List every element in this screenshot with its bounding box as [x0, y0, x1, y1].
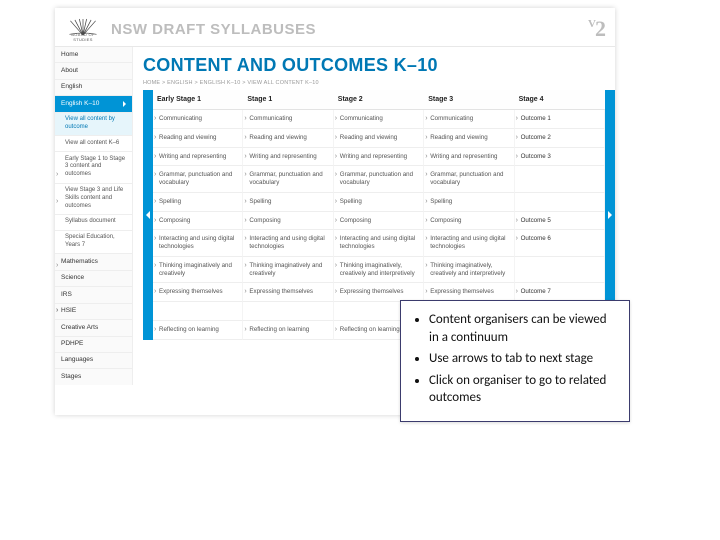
- page-title: CONTENT AND OUTCOMES K–10: [143, 55, 615, 76]
- organiser-cell: .: [153, 302, 243, 321]
- organiser-cell[interactable]: Composing: [153, 212, 243, 231]
- organiser-cell[interactable]: Writing and representing: [424, 148, 514, 167]
- bos-logo: BOARD OF STUDIES: [65, 18, 101, 40]
- sidebar-item[interactable]: Creative Arts: [55, 319, 132, 335]
- sidebar-subitem[interactable]: Syllabus document: [55, 214, 132, 230]
- stage-header[interactable]: Early Stage 1: [153, 90, 243, 110]
- organiser-cell[interactable]: Spelling: [334, 193, 424, 212]
- sidebar-subitem[interactable]: Early Stage 1 to Stage 3 content and out…: [55, 151, 132, 182]
- outcome-cell[interactable]: Outcome 1: [515, 110, 605, 129]
- outcome-cell: .: [515, 166, 605, 193]
- organiser-cell[interactable]: Composing: [424, 212, 514, 231]
- organiser-cell[interactable]: Thinking imaginatively, creatively and i…: [334, 257, 424, 284]
- organiser-cell[interactable]: Communicating: [153, 110, 243, 129]
- organiser-cell[interactable]: Grammar, punctuation and vocabulary: [424, 166, 514, 193]
- sidebar-item[interactable]: Mathematics: [55, 253, 132, 269]
- organiser-cell[interactable]: Interacting and using digital technologi…: [424, 230, 514, 257]
- sidebar-subitem[interactable]: View Stage 3 and Life Skills content and…: [55, 183, 132, 214]
- sidebar: HomeAboutEnglishEnglish K–10View all con…: [55, 47, 133, 385]
- breadcrumb: HOME > ENGLISH > ENGLISH K–10 > VIEW ALL…: [143, 80, 615, 86]
- outcome-cell[interactable]: Outcome 2: [515, 129, 605, 148]
- organiser-cell[interactable]: Composing: [334, 212, 424, 231]
- header: BOARD OF STUDIES NSW DRAFT SYLLABUSES V2: [55, 8, 615, 47]
- organiser-cell[interactable]: Communicating: [424, 110, 514, 129]
- organiser-cell[interactable]: Spelling: [424, 193, 514, 212]
- sidebar-item[interactable]: Science: [55, 270, 132, 286]
- organiser-cell[interactable]: Grammar, punctuation and vocabulary: [334, 166, 424, 193]
- organiser-cell[interactable]: Interacting and using digital technologi…: [153, 230, 243, 257]
- callout-item: Use arrows to tab to next stage: [429, 350, 619, 368]
- version-badge: V2: [588, 16, 605, 42]
- stage-header[interactable]: Stage 4: [515, 90, 605, 110]
- organiser-cell[interactable]: Thinking imaginatively, creatively and i…: [424, 257, 514, 284]
- sidebar-item[interactable]: Home: [55, 47, 132, 62]
- outcome-cell[interactable]: Outcome 3: [515, 148, 605, 167]
- outcome-cell[interactable]: Outcome 5: [515, 212, 605, 231]
- outcome-cell: .: [515, 257, 605, 284]
- organiser-cell[interactable]: Grammar, punctuation and vocabulary: [243, 166, 333, 193]
- organiser-cell[interactable]: Grammar, punctuation and vocabulary: [153, 166, 243, 193]
- organiser-cell[interactable]: Reading and viewing: [424, 129, 514, 148]
- organiser-cell[interactable]: Writing and representing: [243, 148, 333, 167]
- organiser-cell[interactable]: Reflecting on learning: [153, 321, 243, 340]
- outcome-cell[interactable]: Outcome 6: [515, 230, 605, 257]
- sidebar-subitem[interactable]: Special Education, Years 7: [55, 230, 132, 254]
- organiser-cell[interactable]: Expressing themselves: [243, 283, 333, 302]
- stage-prev-arrow[interactable]: [143, 90, 153, 340]
- organiser-cell[interactable]: Expressing themselves: [153, 283, 243, 302]
- stage-header[interactable]: Stage 3: [424, 90, 514, 110]
- sidebar-item[interactable]: HSIE: [55, 303, 132, 319]
- organiser-cell[interactable]: Composing: [243, 212, 333, 231]
- organiser-cell[interactable]: Reading and viewing: [243, 129, 333, 148]
- organiser-cell[interactable]: Spelling: [243, 193, 333, 212]
- help-callout: Content organisers can be viewed in a co…: [400, 300, 630, 422]
- sidebar-item[interactable]: Languages: [55, 352, 132, 368]
- callout-list: Content organisers can be viewed in a co…: [415, 311, 619, 407]
- sidebar-item[interactable]: English: [55, 79, 132, 95]
- callout-item: Content organisers can be viewed in a co…: [429, 311, 619, 346]
- organiser-cell: .: [243, 302, 333, 321]
- organiser-cell[interactable]: Writing and representing: [153, 148, 243, 167]
- brand-title: NSW DRAFT SYLLABUSES: [111, 21, 588, 38]
- organiser-cell[interactable]: Thinking imaginatively and creatively: [153, 257, 243, 284]
- organiser-cell[interactable]: Reading and viewing: [153, 129, 243, 148]
- organiser-cell[interactable]: Spelling: [153, 193, 243, 212]
- sidebar-item[interactable]: IRS: [55, 286, 132, 302]
- organiser-cell[interactable]: Reflecting on learning: [243, 321, 333, 340]
- callout-item: Click on organiser to go to related outc…: [429, 372, 619, 407]
- organiser-cell[interactable]: Communicating: [243, 110, 333, 129]
- chevron-right-icon: [123, 101, 126, 107]
- sidebar-item[interactable]: PDHPE: [55, 336, 132, 352]
- logo-caption: BOARD OF STUDIES: [65, 32, 101, 42]
- organiser-cell[interactable]: Reading and viewing: [334, 129, 424, 148]
- organiser-cell[interactable]: Communicating: [334, 110, 424, 129]
- sidebar-item[interactable]: About: [55, 62, 132, 78]
- stage-header[interactable]: Stage 1: [243, 90, 333, 110]
- sidebar-subitem[interactable]: View all content by outcome: [55, 112, 132, 136]
- organiser-cell[interactable]: Interacting and using digital technologi…: [334, 230, 424, 257]
- sidebar-item-active[interactable]: English K–10: [55, 95, 132, 111]
- organiser-cell[interactable]: Writing and representing: [334, 148, 424, 167]
- sidebar-subitem[interactable]: View all content K–6: [55, 135, 132, 151]
- sidebar-item[interactable]: Stages: [55, 368, 132, 384]
- organiser-cell[interactable]: Thinking imaginatively and creatively: [243, 257, 333, 284]
- organiser-cell[interactable]: Interacting and using digital technologi…: [243, 230, 333, 257]
- outcome-cell: .: [515, 193, 605, 212]
- stage-header[interactable]: Stage 2: [334, 90, 424, 110]
